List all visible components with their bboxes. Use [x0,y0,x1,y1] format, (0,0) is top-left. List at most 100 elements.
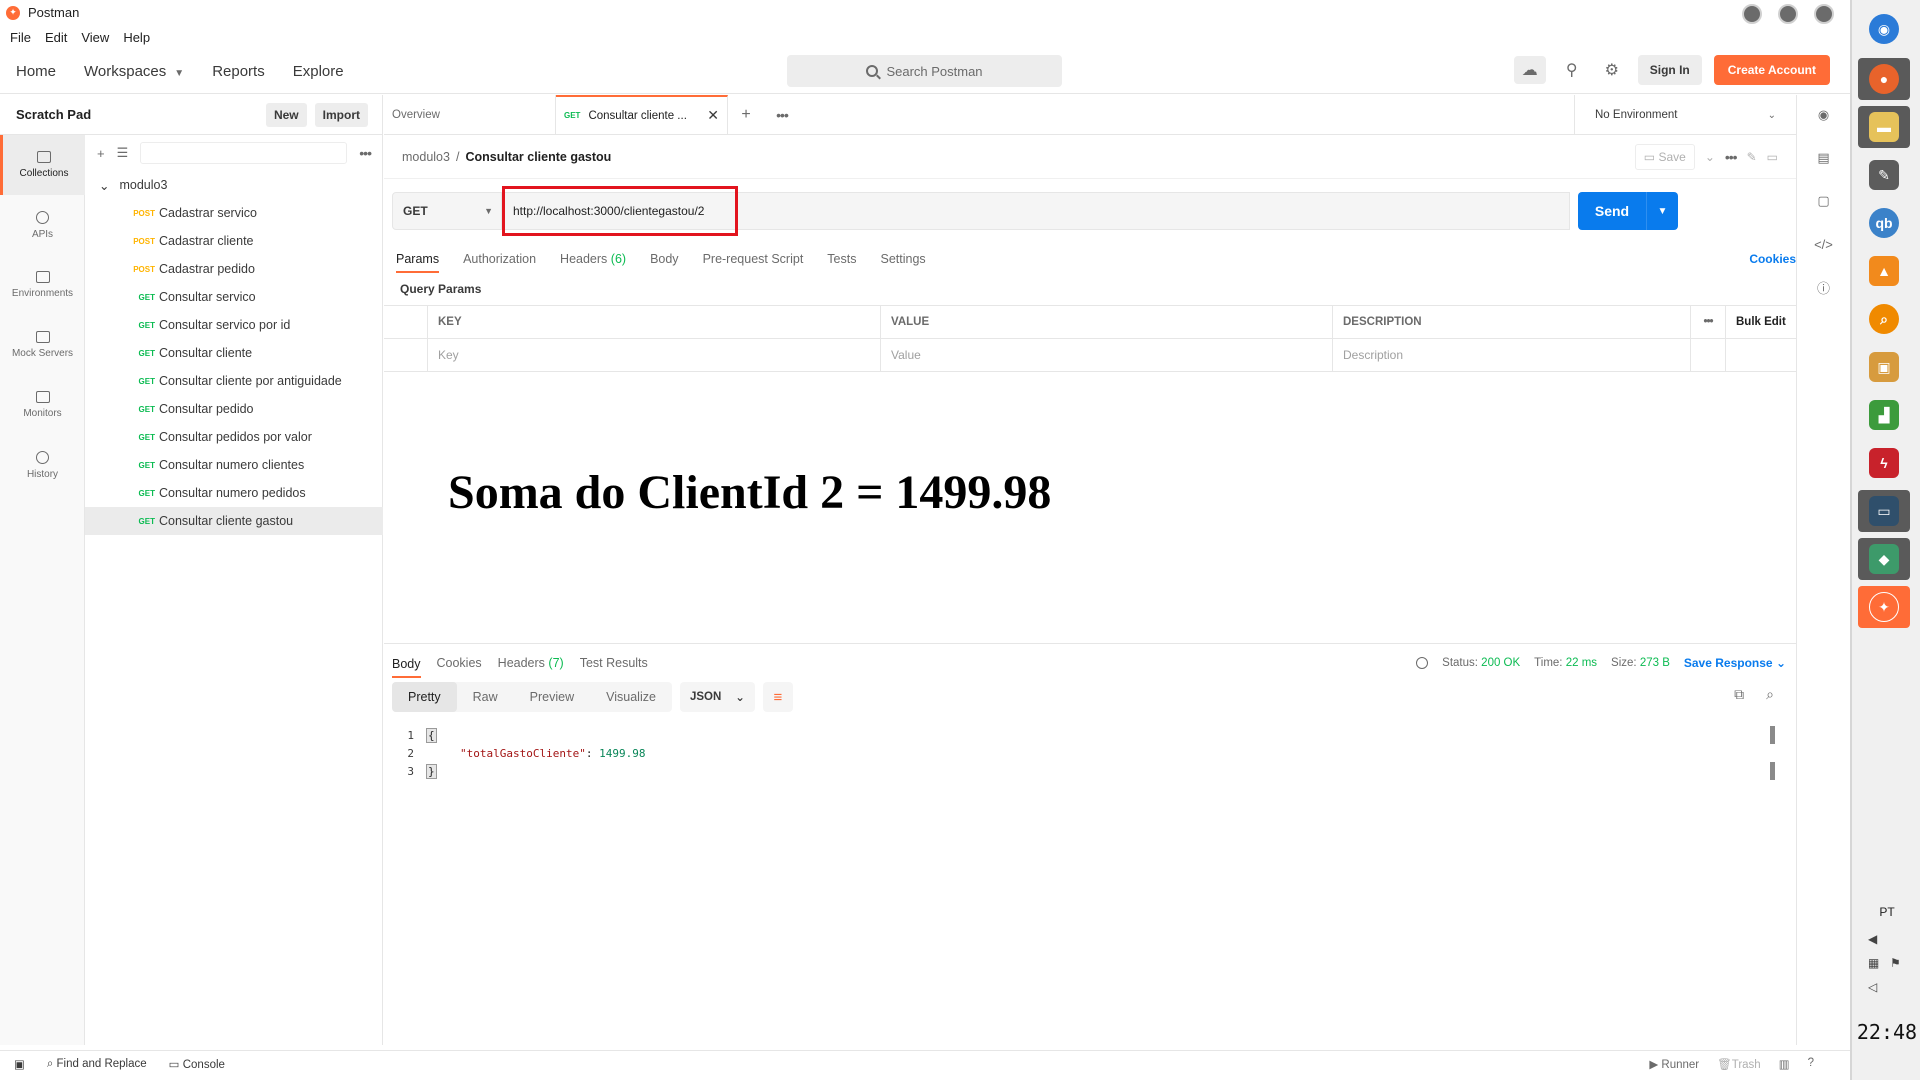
globe-icon[interactable] [1416,657,1429,669]
tab-authorization[interactable]: Authorization [463,252,536,266]
layout-icon[interactable]: ▥ [1779,1057,1790,1071]
taskbar-git[interactable]: ◆ [1858,538,1910,580]
minimize-button[interactable] [1742,4,1762,24]
help-icon[interactable]: ? [1808,1057,1814,1071]
trash-button[interactable]: 🗑Trash [1717,1057,1761,1071]
view-pretty[interactable]: Pretty [392,682,457,712]
sidebar-request-item[interactable]: GET Consultar numero pedidos [85,479,383,507]
resp-tab-body[interactable]: Body [392,648,421,678]
runner-button[interactable]: ▶ Runner [1649,1057,1699,1071]
wrap-lines-icon[interactable]: ≡ [762,682,793,712]
info-icon[interactable]: ⓘ [1814,277,1834,297]
tab-headers[interactable]: Headers (6) [560,252,626,266]
send-button[interactable]: Send ▼ [1578,192,1678,230]
tab-tests[interactable]: Tests [827,252,856,266]
resp-tab-test-results[interactable]: Test Results [580,656,648,670]
rail-collections[interactable]: Collections [0,135,85,195]
tab-request[interactable]: GET Consultar cliente ... ✕ [556,95,728,134]
sidebar-request-item[interactable]: POST Cadastrar servico [85,199,383,227]
taskbar-image-viewer[interactable]: ▣ [1858,346,1910,388]
view-preview[interactable]: Preview [514,682,590,712]
flag-icon[interactable]: ⚑ [1890,956,1904,970]
breadcrumb-parent[interactable]: modulo3 [402,150,450,164]
sidebar-request-item[interactable]: GET Consultar numero clientes [85,451,383,479]
sidebar-request-item[interactable]: GET Consultar servico por id [85,311,383,339]
key-input[interactable]: Key [428,339,881,371]
view-raw[interactable]: Raw [457,682,514,712]
sign-in-button[interactable]: Sign In [1637,55,1702,85]
tab-params[interactable]: Params [396,245,440,273]
folder-modulo3[interactable]: ⌄ modulo3 [85,171,383,199]
nav-reports[interactable]: Reports [212,63,265,80]
satellite-icon[interactable]: ⚲ [1558,56,1586,84]
chevron-down-icon[interactable]: ▼ [1646,192,1678,230]
breadcrumb-current[interactable]: Consultar cliente gastou [465,150,611,164]
find-replace-button[interactable]: ⌕ Find and Replace [47,1058,147,1071]
description-input[interactable]: Description [1333,339,1691,371]
sidebar-request-item[interactable]: GET Consultar pedidos por valor [85,423,383,451]
more-icon[interactable]: ••• [359,145,372,161]
taskbar-firefox[interactable]: ● [1858,58,1910,100]
menu-view[interactable]: View [81,30,109,45]
new-tab-button[interactable]: + [728,95,764,134]
taskbar-search-app[interactable]: ⌕ [1858,298,1910,340]
rail-mock-servers[interactable]: Mock Servers [0,315,85,375]
save-response-button[interactable]: Save Response ⌄ [1684,656,1786,670]
bulk-edit-button[interactable]: Bulk Edit [1726,306,1796,338]
format-select[interactable]: JSON ⌄ [679,682,755,712]
keyboard-language[interactable]: PT [1852,905,1920,919]
gear-icon[interactable]: ⚙ [1598,56,1626,84]
sidebar-request-item[interactable]: GET Consultar cliente por antiguidade [85,367,383,395]
copy-icon[interactable]: ⧉ [1734,686,1744,703]
back-arrow-icon[interactable]: ◀ [1868,932,1882,946]
sidebar-request-item[interactable]: GET Consultar pedido [85,395,383,423]
comments-icon[interactable]: ▢ [1814,191,1834,211]
request-more-icon[interactable]: ••• [1725,149,1738,165]
sidebar-request-item[interactable]: GET Consultar cliente [85,339,383,367]
comment-icon[interactable]: ▭ [1767,150,1778,164]
taskbar-postman[interactable]: ✦ [1858,586,1910,628]
close-button[interactable] [1814,4,1834,24]
close-icon[interactable]: ✕ [707,107,719,124]
cloud-sync-icon[interactable]: ☁ [1513,56,1546,84]
search-icon[interactable]: ⌕ [1766,686,1774,703]
taskbar-files[interactable]: ▬ [1858,106,1910,148]
tab-more-icon[interactable]: ••• [764,95,800,134]
view-visualize[interactable]: Visualize [590,682,672,712]
taskbar-gimp[interactable]: ✎ [1858,154,1910,196]
eye-icon[interactable]: ◉ [1814,105,1834,125]
tab-overview[interactable]: Overview [384,95,556,134]
documentation-icon[interactable]: ▤ [1814,148,1834,168]
nav-explore[interactable]: Explore [293,63,344,80]
save-dropdown-icon[interactable]: ⌄ [1705,150,1715,164]
console-button[interactable]: ▭ Console [169,1057,225,1071]
sidebar-request-item[interactable]: POST Cadastrar pedido [85,255,383,283]
resp-tab-cookies[interactable]: Cookies [437,656,482,670]
maximize-button[interactable] [1778,4,1798,24]
network-icon[interactable]: ▦ [1868,956,1882,970]
search-input[interactable]: Search Postman [787,55,1062,87]
menu-file[interactable]: File [10,30,31,45]
rail-environments[interactable]: Environments [0,255,85,315]
taskbar-chrome[interactable]: ◉ [1858,8,1910,50]
menu-help[interactable]: Help [123,30,150,45]
sidebar-request-item[interactable]: GET Consultar cliente gastou [85,507,383,535]
environment-select[interactable]: No Environment ⌄ [1574,95,1796,135]
create-account-button[interactable]: Create Account [1713,55,1830,85]
import-button[interactable]: Import [314,102,368,127]
resp-tab-headers[interactable]: Headers (7) [498,656,564,670]
nav-home[interactable]: Home [16,63,56,80]
nav-workspaces[interactable]: Workspaces ▼ [84,63,184,80]
taskbar-app-red[interactable]: ϟ [1858,442,1910,484]
taskbar-vlc[interactable]: ▲ [1858,250,1910,292]
filter-icon[interactable]: ☰ [117,145,129,161]
table-more-icon[interactable]: ••• [1691,306,1726,338]
rail-history[interactable]: History [0,435,85,495]
rail-apis[interactable]: APIs [0,195,85,255]
plus-icon[interactable]: + [97,146,105,161]
rail-monitors[interactable]: Monitors [0,375,85,435]
method-select[interactable]: GET ▼ [392,192,502,230]
tab-settings[interactable]: Settings [880,252,925,266]
code-icon[interactable]: </> [1814,234,1834,254]
value-input[interactable]: Value [881,339,1333,371]
